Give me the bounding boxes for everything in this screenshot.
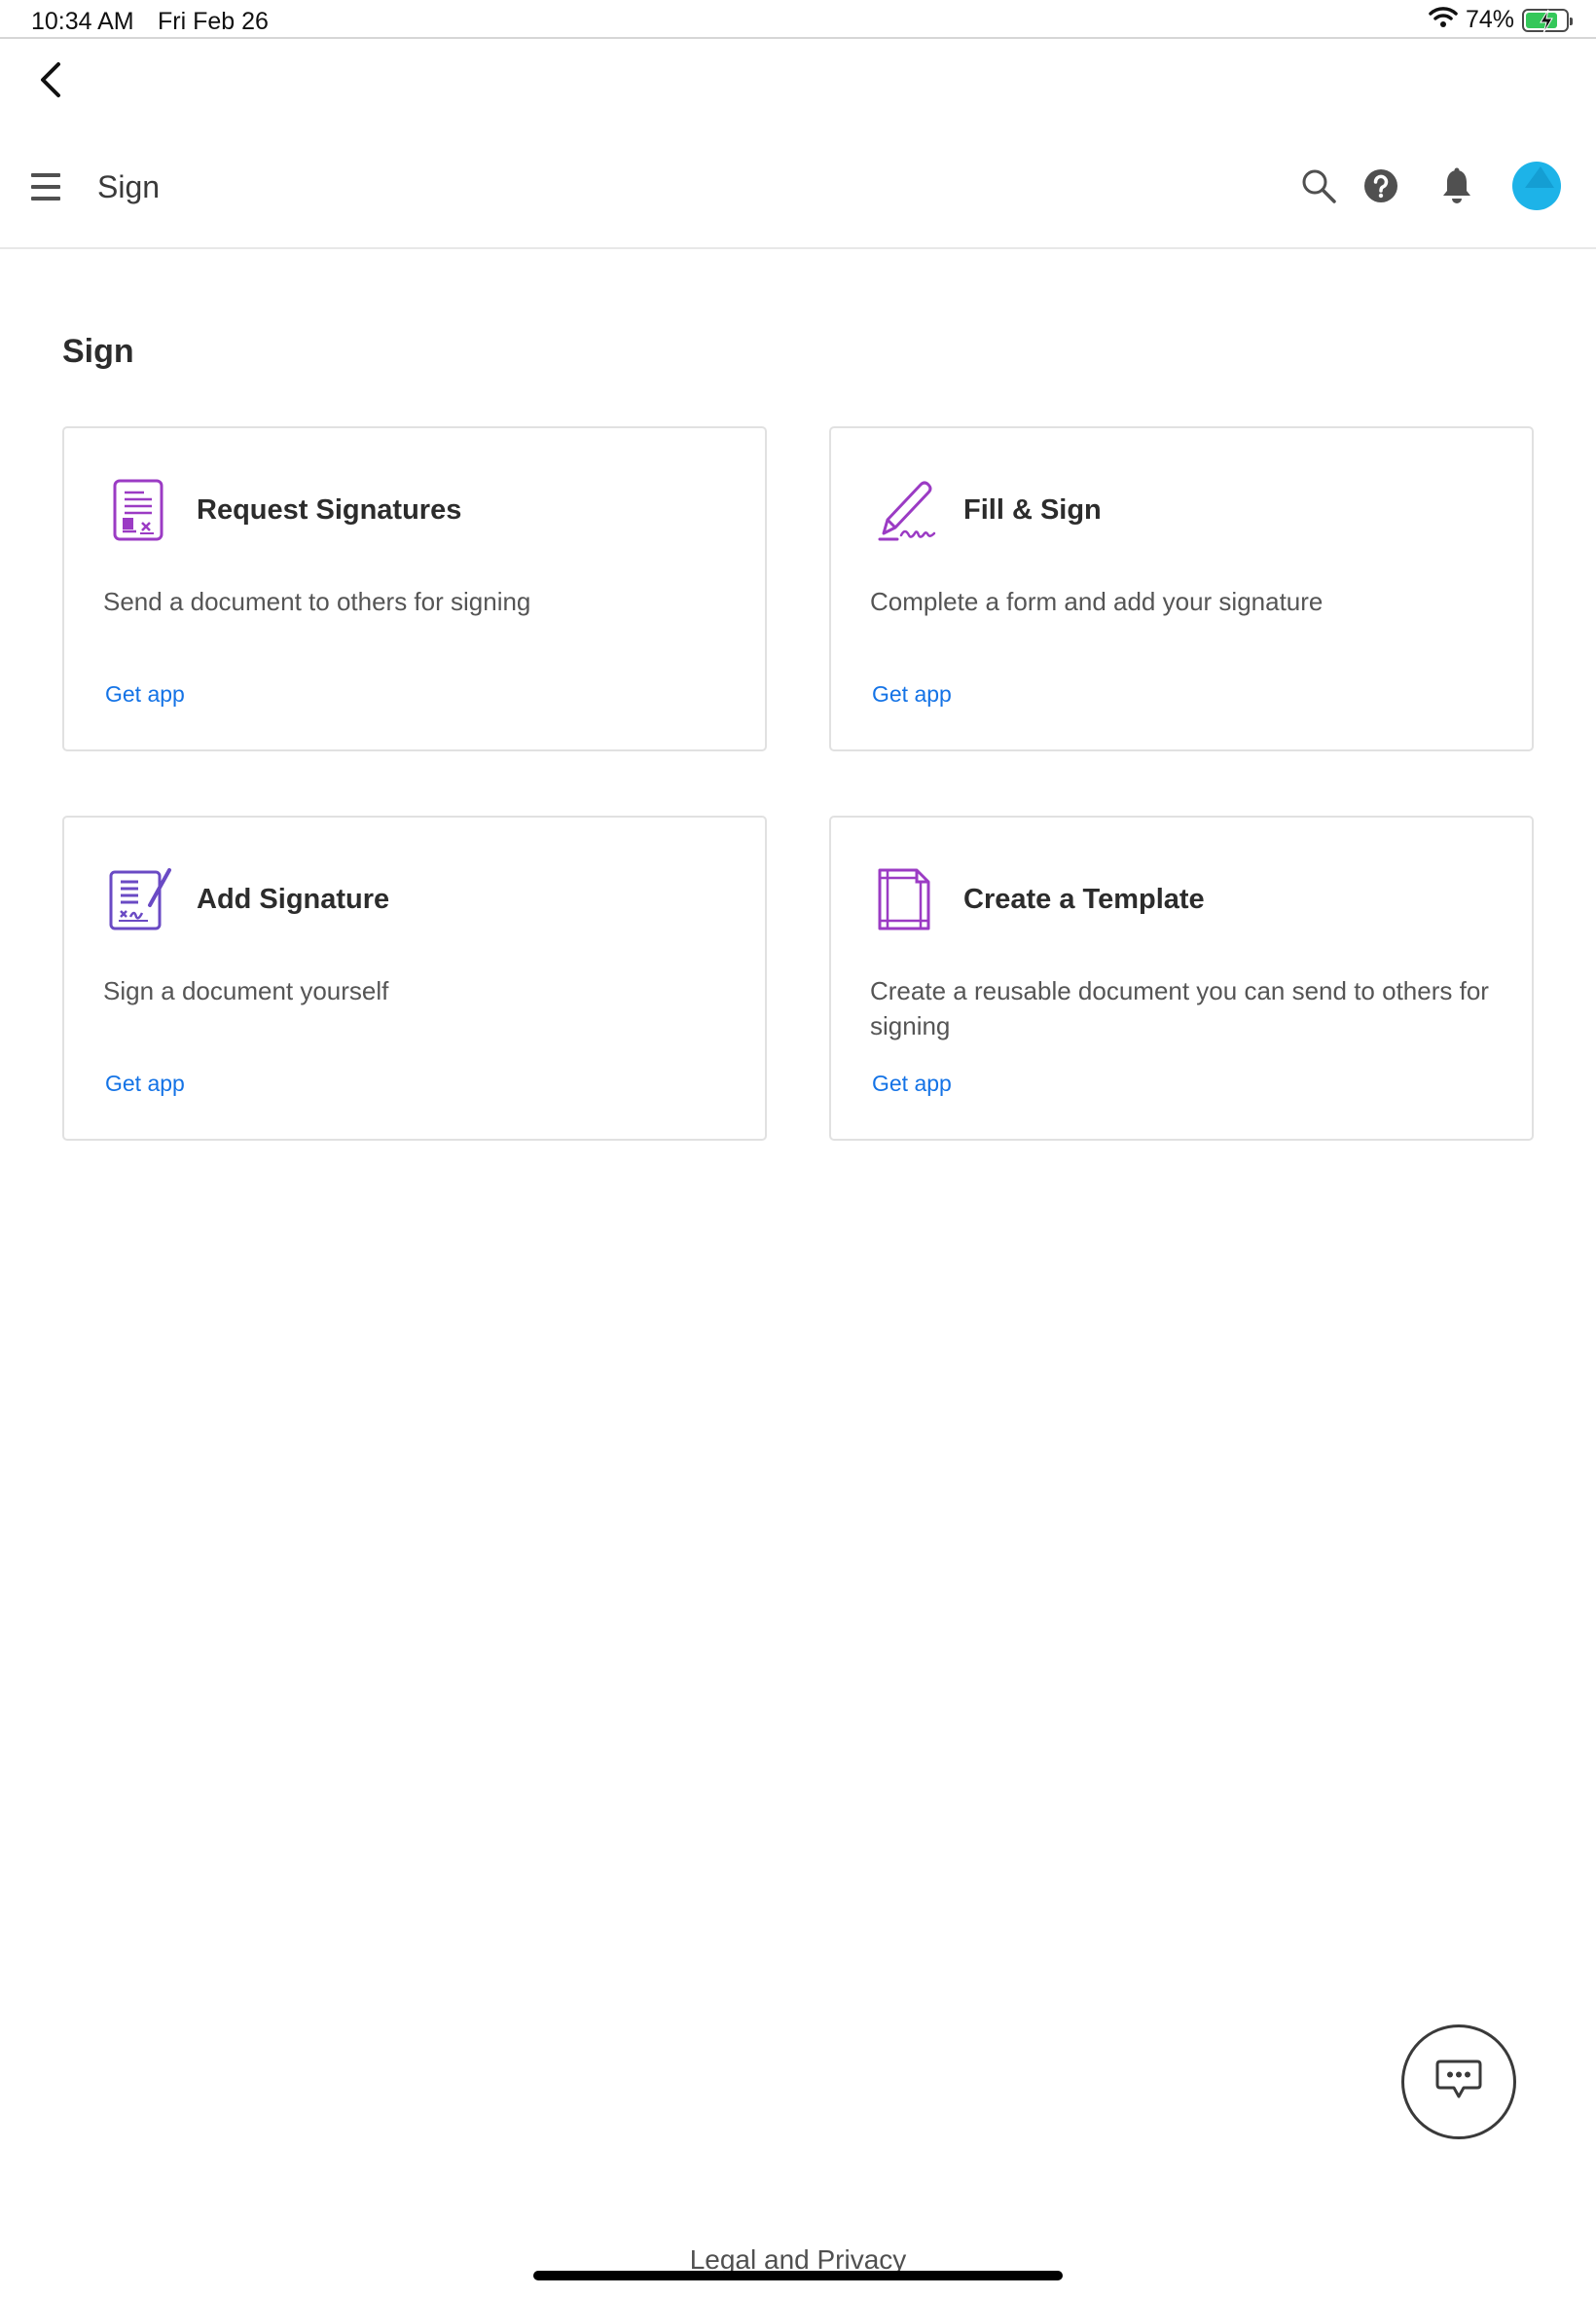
card-description: Complete a form and add your signature xyxy=(870,587,1324,616)
battery-percent: 74% xyxy=(1465,6,1514,33)
card-description: Send a document to others for signing xyxy=(103,587,531,616)
request-signatures-icon xyxy=(107,477,167,543)
home-indicator[interactable] xyxy=(533,2271,1063,2280)
status-indicators: 74% xyxy=(1429,6,1573,34)
help-icon[interactable] xyxy=(1355,160,1407,212)
card-title: Create a Template xyxy=(963,884,1205,915)
fill-sign-icon xyxy=(874,477,936,543)
card-title: Request Signatures xyxy=(197,494,462,526)
header-actions xyxy=(1292,160,1563,212)
battery-charging-icon xyxy=(1522,8,1573,33)
app-window: 10:34 AM Fri Feb 26 74% Sign Sign Reques… xyxy=(0,0,1596,2297)
card-title: Fill & Sign xyxy=(963,494,1102,526)
card-description: Create a reusable document you can send … xyxy=(870,976,1489,1040)
card-add-signature[interactable]: Add Signature Sign a document yourself G… xyxy=(62,816,767,1141)
page-title: Sign xyxy=(62,333,134,370)
back-chevron-icon xyxy=(39,61,62,103)
back-button[interactable] xyxy=(33,60,68,103)
app-header: Sign xyxy=(0,144,1596,249)
status-date: Fri Feb 26 xyxy=(158,8,269,35)
avatar[interactable] xyxy=(1510,160,1563,212)
card-title: Add Signature xyxy=(197,884,390,915)
template-icon xyxy=(874,866,934,932)
get-app-link[interactable]: Get app xyxy=(105,1071,185,1097)
add-signature-icon xyxy=(107,866,171,932)
search-icon[interactable] xyxy=(1292,160,1345,212)
hamburger-menu-icon[interactable] xyxy=(31,173,62,202)
card-create-template[interactable]: Create a Template Create a reusable docu… xyxy=(829,816,1534,1141)
get-app-link[interactable]: Get app xyxy=(105,681,185,708)
header-title: Sign xyxy=(97,169,161,204)
status-time: 10:34 AM xyxy=(31,8,134,35)
chat-bubble-icon xyxy=(1434,2058,1483,2107)
wifi-icon xyxy=(1429,6,1458,34)
get-app-link[interactable]: Get app xyxy=(872,681,952,708)
card-request-signatures[interactable]: Request Signatures Send a document to ot… xyxy=(62,426,767,751)
get-app-link[interactable]: Get app xyxy=(872,1071,952,1097)
chat-button[interactable] xyxy=(1401,2024,1516,2139)
status-bar: 10:34 AM Fri Feb 26 74% xyxy=(0,0,1596,39)
bell-icon[interactable] xyxy=(1431,160,1483,212)
card-description: Sign a document yourself xyxy=(103,976,389,1005)
card-fill-sign[interactable]: Fill & Sign Complete a form and add your… xyxy=(829,426,1534,751)
